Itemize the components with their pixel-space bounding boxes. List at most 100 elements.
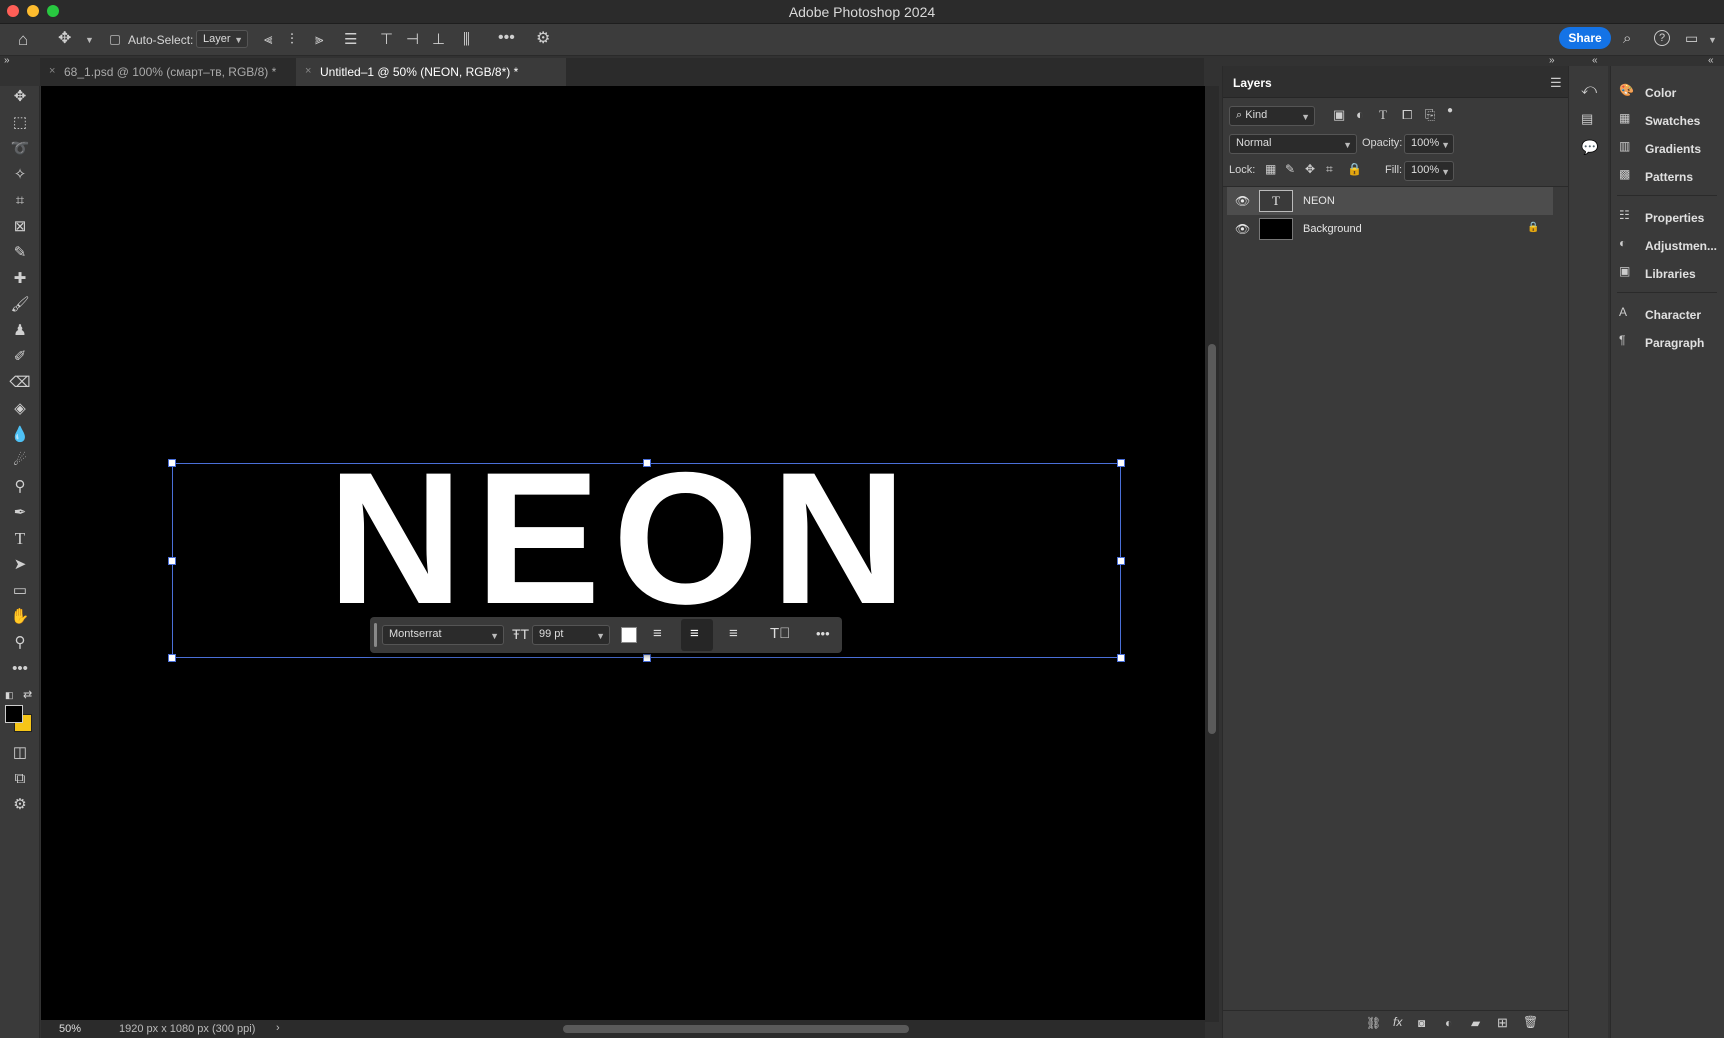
layer-row-background[interactable]: 👁 Background 🔒 [1227,215,1553,243]
tab-untitled-1[interactable]: × Untitled–1 @ 50% (NEON, RGB/8*) * [296,58,566,86]
expand-toolbar-icon[interactable]: » [4,56,10,66]
panel-adjustments[interactable]: ◐ Adjustmen... [1619,236,1723,258]
crop-tool-icon[interactable]: ⌗ [8,190,32,212]
layer-row-neon[interactable]: 👁 T NEON [1227,187,1553,215]
panel-properties[interactable]: ☷ Properties [1619,208,1723,230]
panel-character[interactable]: A Character [1619,305,1723,327]
transform-handle[interactable] [1117,654,1125,662]
brush-tool-icon[interactable]: 🖌 [8,294,32,316]
lock-pixels-icon[interactable]: ✎ [1285,163,1295,175]
fx-icon[interactable]: fx [1393,1016,1402,1028]
font-family-select[interactable]: Montserrat ▼ [382,625,504,645]
auto-select-target-select[interactable]: Layer ▼ [196,30,248,48]
hand-tool-icon[interactable]: ✋ [8,606,32,628]
transform-handle[interactable] [168,654,176,662]
panel-swatches[interactable]: ▦ Swatches [1619,111,1723,133]
blur-tool-icon[interactable]: 💧 [8,424,32,446]
move-tool-icon[interactable]: ✥ [8,86,32,108]
new-layer-icon[interactable]: ⊞ [1497,1016,1508,1029]
distribute-horizontal-icon[interactable]: ⫼ [463,32,470,47]
more-options-icon[interactable]: ••• [498,30,515,46]
edit-toolbar-icon[interactable]: ⚙ [8,794,32,816]
layer-filter-kind-select[interactable]: ⌕ Kind ▼ [1229,106,1315,126]
vertical-scroll-thumb[interactable] [1208,344,1216,734]
align-left-icon[interactable]: ⫷ [264,32,272,47]
fill-input[interactable]: 100% ▼ [1404,161,1454,181]
layers-panel-title[interactable]: Layers [1233,76,1272,90]
zoom-level[interactable]: 50% [59,1023,81,1035]
align-text-right-icon[interactable]: ≡ [729,625,738,642]
shape-filter-icon[interactable]: ⧠ [1402,108,1412,121]
panel-libraries[interactable]: ▣ Libraries [1619,264,1723,286]
collapse-strip-icon[interactable]: « [1592,56,1598,66]
font-size-input[interactable]: 99 pt ▼ [532,625,610,645]
transform-handle[interactable] [1117,459,1125,467]
opacity-input[interactable]: 100% ▼ [1404,134,1454,154]
smudge-tool-icon[interactable]: ☄ [8,450,32,472]
dodge-tool-icon[interactable]: ⚲ [8,476,32,498]
smart-object-filter-icon[interactable]: ⎘ [1425,108,1435,121]
eye-icon[interactable]: 👁 [1235,222,1250,236]
close-tab-icon[interactable]: × [49,65,55,77]
adjustment-layer-icon[interactable]: ◐ [1445,1017,1452,1029]
align-center-icon[interactable]: ⫶ [290,32,294,47]
magic-wand-tool-icon[interactable]: ✧ [8,164,32,186]
more-tools-icon[interactable]: ••• [8,658,32,680]
default-colors-icon[interactable]: ◧ [5,690,14,701]
document-canvas[interactable]: NEON [41,86,1205,1022]
filter-toggle-icon[interactable]: ● [1447,106,1453,116]
panel-color[interactable]: 🎨 Color [1619,83,1723,105]
close-tab-icon[interactable]: × [305,65,311,77]
stamp-tool-icon[interactable]: ♟ [8,320,32,342]
swap-colors-icon[interactable]: ⇄ [23,688,32,701]
help-icon[interactable]: ? [1654,30,1670,46]
history-icon[interactable]: ⤺ [1581,82,1597,97]
transform-handle[interactable] [168,459,176,467]
search-icon[interactable]: ⌕ [1623,31,1631,46]
lock-all-icon[interactable]: 🔒 [1347,163,1362,175]
text-color-swatch[interactable] [621,627,637,643]
vertical-scrollbar[interactable] [1205,86,1219,1022]
panel-patterns[interactable]: ▩ Patterns [1619,167,1723,189]
home-icon[interactable]: ⌂ [18,31,28,48]
align-text-left-icon[interactable]: ≡ [653,625,662,642]
lasso-tool-icon[interactable]: ➰ [8,138,32,160]
layer-name[interactable]: NEON [1303,195,1335,207]
align-bottom-icon[interactable]: ⊥ [432,32,445,47]
quick-mask-icon[interactable]: ◫ [8,742,32,764]
zoom-tool-icon[interactable]: ⚲ [8,632,32,654]
rectangle-tool-icon[interactable]: ▭ [8,580,32,602]
panel-paragraph[interactable]: ¶ Paragraph [1619,333,1723,355]
pen-tool-icon[interactable]: ✒ [8,502,32,524]
more-options-icon[interactable]: ••• [816,626,830,641]
transform-handle[interactable] [168,557,176,565]
frame-tool-icon[interactable]: ⊠ [8,216,32,238]
comments-icon[interactable]: 💬 [1581,140,1598,154]
chevron-down-icon[interactable]: ▼ [85,36,94,45]
paint-bucket-tool-icon[interactable]: ◈ [8,398,32,420]
drag-handle[interactable] [374,623,377,647]
horizontal-scroll-thumb[interactable] [563,1025,909,1033]
distribute-vertical-icon[interactable]: ☰ [344,32,357,47]
gear-icon[interactable]: ⚙ [536,31,550,47]
align-middle-icon[interactable]: ⊣ [406,32,419,47]
eyedropper-tool-icon[interactable]: ✎ [8,242,32,264]
type-filter-icon[interactable]: T [1379,108,1387,121]
foreground-color-swatch[interactable] [5,705,23,723]
eraser-tool-icon[interactable]: ⌫ [8,372,32,394]
path-selection-tool-icon[interactable]: ➤ [8,554,32,576]
lock-artboard-icon[interactable]: ⌗ [1326,163,1333,175]
type-tool-icon[interactable]: T [8,528,32,550]
transform-handle[interactable] [643,654,651,662]
screen-mode-icon[interactable]: ⧉ [8,768,32,790]
tab-68-1-psd[interactable]: × 68_1.psd @ 100% (смарт–тв, RGB/8) * [40,58,294,86]
eye-icon[interactable]: 👁 [1235,194,1250,208]
blend-mode-select[interactable]: Normal ▼ [1229,134,1357,154]
folder-icon[interactable]: ▰ [1471,1017,1480,1029]
adjustment-filter-icon[interactable]: ◐ [1356,108,1364,121]
lock-position-icon[interactable]: ✥ [1305,163,1315,175]
healing-brush-tool-icon[interactable]: ✚ [8,268,32,290]
move-tool-icon[interactable]: ✥ [58,31,71,47]
align-top-icon[interactable]: ⊤ [380,32,393,47]
transform-handle[interactable] [643,459,651,467]
